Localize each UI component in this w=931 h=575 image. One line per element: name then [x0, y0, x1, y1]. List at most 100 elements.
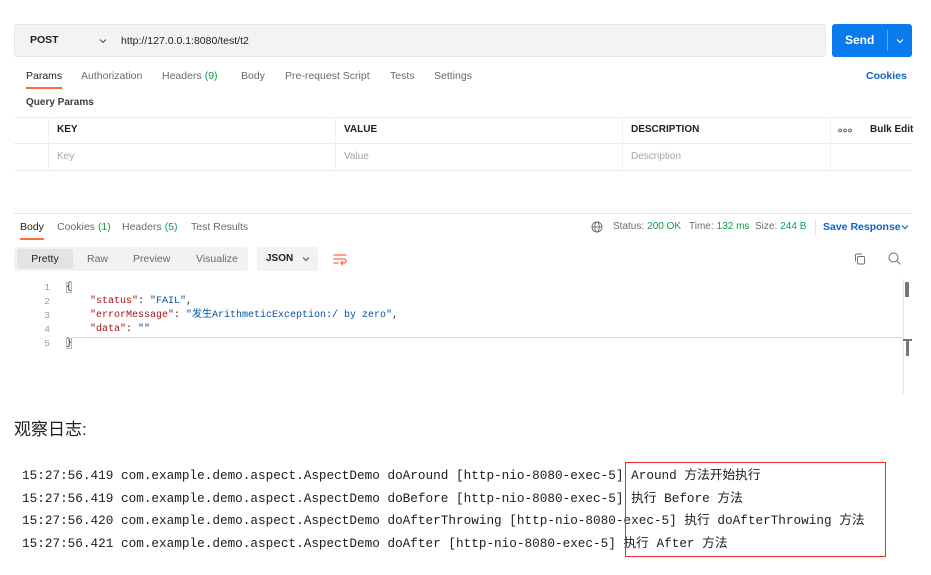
url-input[interactable] — [121, 25, 821, 56]
pane-divider[interactable] — [14, 213, 912, 214]
size-value: 244 B — [780, 221, 807, 232]
line-number: 4 — [44, 324, 50, 335]
current-line-highlight — [72, 337, 903, 338]
json-brace: { — [66, 282, 73, 293]
wrap-lines-icon[interactable] — [332, 251, 348, 267]
view-mode-preview[interactable]: Preview — [133, 247, 170, 271]
meta-divider — [815, 219, 816, 235]
time-value: 132 ms — [716, 221, 750, 232]
tab-label: Test Results — [191, 221, 249, 233]
response-editor[interactable]: 1 2 3 4 5 { "status": "FAIL", "errorMess… — [14, 278, 912, 394]
active-tab-indicator — [20, 238, 44, 240]
column-header-description: DESCRIPTION — [631, 124, 700, 135]
scrollbar-track[interactable] — [903, 279, 904, 394]
send-button[interactable]: Send — [832, 24, 912, 57]
overview-ruler-marker — [906, 339, 909, 356]
tab-label: Params — [26, 70, 63, 82]
chevron-down-icon[interactable] — [901, 223, 909, 231]
table-border — [14, 117, 912, 118]
line-number: 5 — [44, 338, 50, 349]
column-divider — [48, 117, 49, 170]
json-brace: } — [66, 338, 73, 349]
bulk-edit-button[interactable]: Bulk Edit — [870, 117, 913, 143]
tab-label: Tests — [390, 70, 415, 82]
tab-label: Pre-request Script — [285, 70, 370, 82]
tab-authorization[interactable]: Authorization — [81, 69, 142, 83]
response-tab-body[interactable]: Body — [20, 220, 44, 234]
json-colon: : — [138, 296, 151, 307]
code-line: } — [66, 337, 73, 351]
tab-pre-request-script[interactable]: Pre-request Script — [285, 69, 370, 83]
tab-label: Settings — [434, 70, 472, 82]
tab-label: Headers — [122, 221, 162, 233]
scrollbar-thumb[interactable] — [905, 282, 909, 297]
size-label: Size: — [755, 221, 778, 232]
chevron-down-icon[interactable] — [896, 37, 904, 45]
request-bar: POST — [14, 24, 826, 57]
json-colon: : — [174, 310, 187, 321]
param-value-input[interactable] — [344, 144, 614, 169]
json-comma: , — [186, 296, 193, 307]
view-mode-pretty[interactable]: Pretty — [17, 249, 73, 269]
tab-headers[interactable]: Headers (9) — [162, 69, 218, 83]
json-key: "status" — [90, 296, 139, 307]
response-size[interactable]: Size: 244 B — [755, 220, 806, 234]
method-label: POST — [30, 34, 59, 46]
status-label: Status: — [613, 221, 645, 232]
response-time[interactable]: Time: 132 ms — [689, 220, 749, 234]
column-divider — [622, 117, 623, 170]
view-mode-visualize[interactable]: Visualize — [196, 247, 238, 271]
copy-icon[interactable] — [854, 253, 866, 265]
tab-label: Headers — [162, 70, 202, 82]
query-params-title: Query Params — [26, 97, 94, 108]
line-number: 3 — [44, 310, 50, 321]
save-response-button[interactable]: Save Response — [823, 220, 901, 234]
tab-body[interactable]: Body — [241, 69, 265, 83]
json-value: "" — [138, 324, 151, 335]
view-mode-raw[interactable]: Raw — [87, 247, 108, 271]
json-value: "FAIL" — [150, 296, 187, 307]
view-mode-switcher: Pretty Raw Preview Visualize — [14, 247, 248, 271]
line-number: 2 — [44, 296, 50, 307]
json-comma: , — [392, 310, 399, 321]
status-value: 200 OK — [647, 221, 682, 232]
response-tab-test-results[interactable]: Test Results — [191, 220, 248, 234]
chevron-down-icon — [302, 255, 310, 263]
json-key: "data" — [90, 324, 127, 335]
send-divider — [887, 30, 888, 51]
tab-count: (5) — [164, 221, 178, 233]
tab-label: Body — [241, 70, 265, 82]
code-line: "data": "" — [90, 323, 150, 337]
tab-settings[interactable]: Settings — [434, 69, 472, 83]
tab-tests[interactable]: Tests — [390, 69, 415, 83]
method-select[interactable]: POST — [15, 25, 115, 56]
cookies-link[interactable]: Cookies — [866, 69, 907, 83]
response-tab-cookies[interactable]: Cookies (1) — [57, 220, 111, 234]
format-select[interactable]: JSON — [257, 247, 318, 271]
tab-label: Authorization — [81, 70, 143, 82]
active-tab-indicator — [26, 87, 62, 89]
column-divider — [335, 117, 336, 170]
send-label: Send — [845, 33, 875, 47]
column-divider — [830, 117, 831, 170]
table-border — [14, 170, 912, 171]
json-colon: : — [126, 324, 139, 335]
response-status[interactable]: Status: 200 OK — [613, 220, 681, 234]
more-horizontal-icon[interactable] — [838, 128, 852, 133]
tab-label: Body — [20, 221, 44, 233]
code-line: "status": "FAIL", — [90, 295, 192, 309]
line-number: 1 — [44, 282, 50, 293]
format-label: JSON — [266, 253, 294, 264]
search-icon[interactable] — [888, 252, 901, 265]
tab-params[interactable]: Params — [26, 69, 62, 83]
highlight-box — [625, 462, 886, 557]
code-line: "errorMessage": "发生ArithmeticException:/… — [90, 309, 398, 323]
param-description-input[interactable] — [631, 144, 821, 169]
param-key-input[interactable] — [57, 144, 327, 169]
time-label: Time: — [689, 221, 714, 232]
globe-icon[interactable] — [591, 221, 603, 233]
tab-count: (9) — [204, 70, 218, 82]
response-tab-headers[interactable]: Headers (5) — [122, 220, 178, 234]
json-value: "发生ArithmeticException:/ by zero" — [186, 310, 393, 321]
tab-label: Cookies — [57, 221, 95, 233]
